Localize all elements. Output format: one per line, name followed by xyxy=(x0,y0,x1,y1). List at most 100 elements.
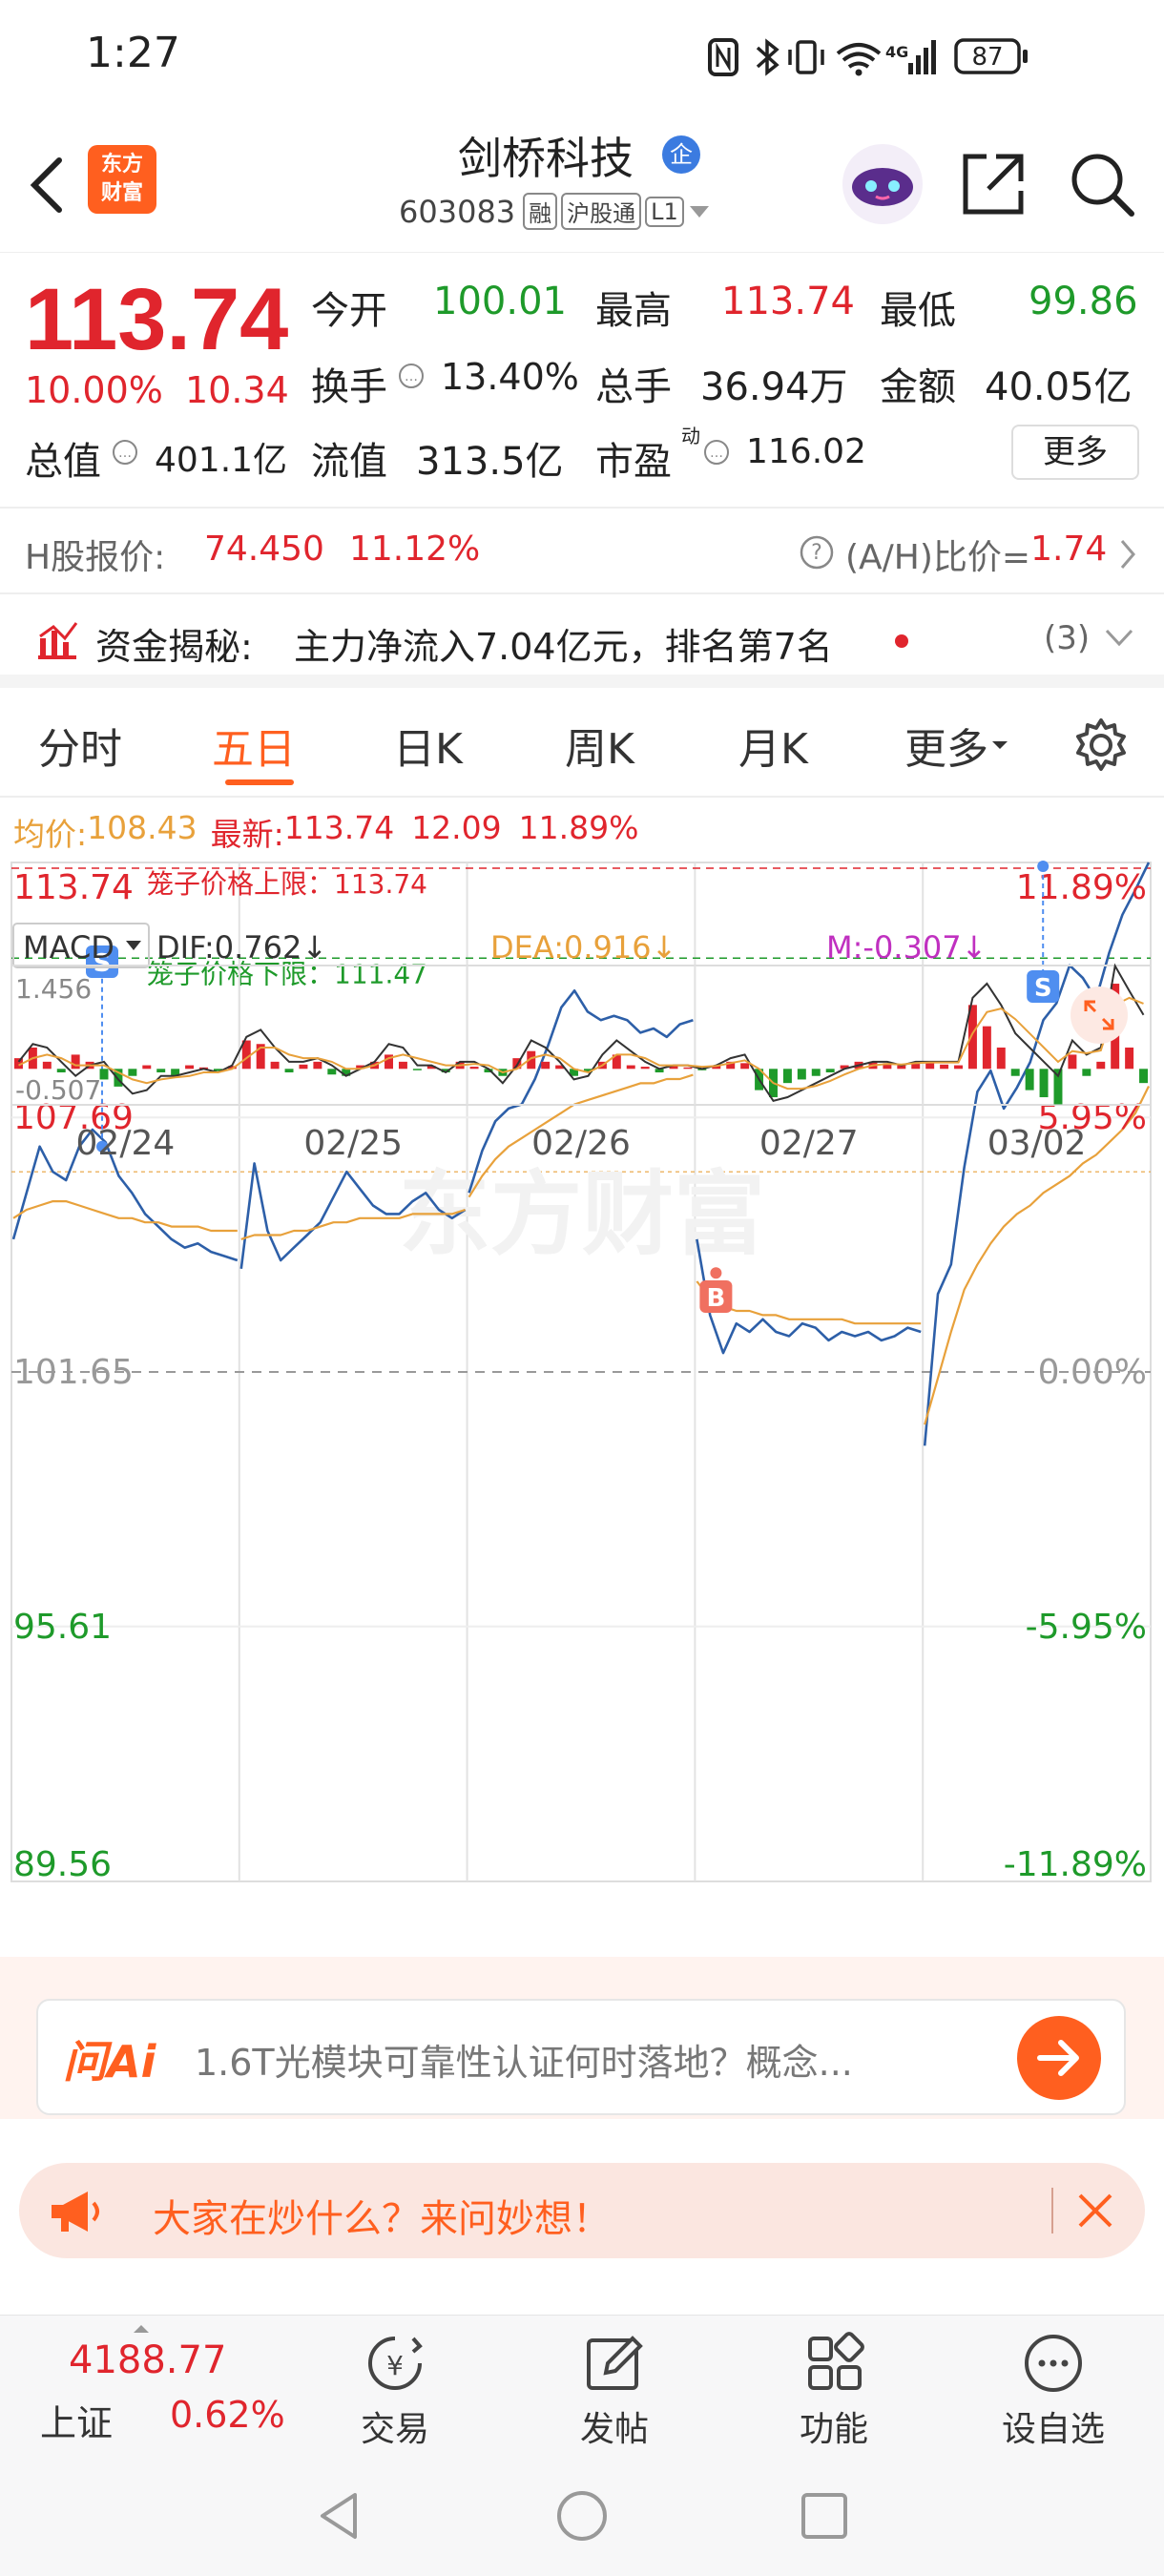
macd-bar xyxy=(740,1063,750,1070)
fund-text: 主力净流入7.04亿元，排名第7名 xyxy=(294,626,833,668)
buy-marker-letter: B xyxy=(706,1284,725,1313)
info-icon[interactable]: … xyxy=(111,438,139,467)
expand-icon[interactable] xyxy=(1070,987,1128,1044)
macd-bar xyxy=(1082,1069,1091,1076)
macd-bar xyxy=(1139,1069,1149,1084)
current-price: 113.74 xyxy=(25,271,289,368)
status-time: 1:27 xyxy=(86,29,180,77)
megaphone-icon xyxy=(52,2192,99,2232)
sell-marker-letter: S xyxy=(1034,974,1052,1003)
macd-bar xyxy=(56,1069,66,1073)
macd-bar xyxy=(782,1069,792,1084)
five-day-chart[interactable]: 均价: 108.43 最新: 113.74 12.09 11.89% 东方财富 1… xyxy=(0,798,1164,1957)
nav-back-icon[interactable] xyxy=(311,2487,368,2545)
caret-down-icon xyxy=(992,741,1008,749)
watermark-text: 东方财富 xyxy=(399,1161,765,1268)
amount-label: 金额 xyxy=(880,365,956,409)
pe-label: 市盈 xyxy=(595,440,672,484)
macd-label: MACD xyxy=(23,929,114,966)
tab-daily-k[interactable]: 日K xyxy=(393,715,463,776)
edit-icon xyxy=(587,2336,643,2390)
add-watchlist-button[interactable]: 设自选 xyxy=(996,2331,1111,2449)
functions-button[interactable]: 功能 xyxy=(777,2331,891,2449)
fund-flow-row[interactable]: 资金揭秘: 主力净流入7.04亿元，排名第7名 (3) xyxy=(0,594,1164,688)
chevron-down-icon[interactable] xyxy=(1103,627,1135,650)
tab-intraday[interactable]: 分时 xyxy=(38,715,122,776)
h-share-label: H股报价: xyxy=(25,538,166,577)
svg-text:?: ? xyxy=(811,541,822,565)
stock-code-row[interactable]: 603083 融 沪股通 L1 xyxy=(399,193,713,230)
info-icon[interactable]: … xyxy=(397,362,426,390)
y-axis-left-label: 89.56 xyxy=(13,1845,112,1884)
stock-name: 剑桥科技 xyxy=(458,133,634,184)
macd-bottom-label: -0.507 xyxy=(15,1074,101,1106)
nav-recents-icon[interactable] xyxy=(796,2487,853,2545)
tab-more[interactable]: 更多 xyxy=(904,715,1011,776)
robot-avatar-icon[interactable] xyxy=(840,141,925,227)
pe-value: 116.02 xyxy=(746,432,866,471)
share-icon[interactable] xyxy=(958,149,1029,219)
svg-text:4G: 4G xyxy=(885,43,908,61)
index-pct[interactable]: 0.62% xyxy=(170,2394,285,2436)
macd-bar xyxy=(327,1069,337,1075)
post-button[interactable]: 发帖 xyxy=(557,2331,672,2449)
arrow-right-icon[interactable] xyxy=(1015,2014,1103,2102)
settings-gear-icon[interactable] xyxy=(1072,717,1130,774)
stock-code: 603083 xyxy=(399,193,516,230)
macd-bar xyxy=(313,1061,322,1070)
mktcap-label: 总值 xyxy=(25,440,101,484)
open-value: 100.01 xyxy=(433,280,567,323)
tab-monthly-k[interactable]: 月K xyxy=(738,715,808,776)
amount-value: 40.05亿 xyxy=(985,365,1133,409)
high-label: 最高 xyxy=(595,289,672,333)
ai-ask-box[interactable]: 问Ai 1.6T光模块可靠性认证何时落地？概念... xyxy=(36,1999,1126,2115)
chevron-right-icon xyxy=(1120,540,1135,569)
ai-ask-section: 问Ai 1.6T光模块可靠性认证何时落地？概念... xyxy=(0,1957,1164,2119)
macd-bar xyxy=(811,1069,821,1076)
macd-caret-icon xyxy=(126,941,141,950)
tab-weekly-k[interactable]: 周K xyxy=(565,715,634,776)
sell-marker-dot xyxy=(1037,861,1050,872)
more-dots-icon xyxy=(1025,2335,1082,2392)
macd-bar xyxy=(99,1069,109,1080)
tab-five-day[interactable]: 五日 xyxy=(212,715,296,776)
price-chart-svg[interactable]: 东方财富113.74107.69101.6595.6189.5611.89%5.… xyxy=(0,798,1164,1957)
high-value: 113.74 xyxy=(721,280,855,323)
macd-bar xyxy=(270,1061,280,1070)
nav-home-icon[interactable] xyxy=(553,2487,611,2545)
y-axis-left-label: 95.61 xyxy=(13,1608,112,1647)
chevron-down-icon xyxy=(689,205,709,218)
close-icon[interactable] xyxy=(1074,2190,1116,2232)
macd-bar xyxy=(797,1069,806,1080)
turnover-label: 换手 xyxy=(311,365,387,409)
svg-text:…: … xyxy=(118,446,132,461)
active-tab-indicator xyxy=(225,779,294,785)
macd-bar xyxy=(1039,1069,1049,1098)
more-button[interactable]: 更多 xyxy=(1011,425,1139,480)
status-bar: 1:27 4G 87 xyxy=(0,0,1164,114)
macd-m: M:-0.307↓ xyxy=(826,929,987,966)
divider xyxy=(1051,2188,1053,2233)
help-icon[interactable]: ? xyxy=(798,533,836,571)
signal-icon: 4G xyxy=(885,40,936,74)
h-share-row[interactable]: H股报价: 74.450 11.12% ? (A/H)比价= 1.74 xyxy=(0,509,1164,594)
index-value[interactable]: 4188.77 xyxy=(69,2338,226,2382)
enterprise-badge[interactable]: 企 xyxy=(662,135,700,174)
ah-ratio-value: 1.74 xyxy=(1030,530,1108,569)
info-icon[interactable]: … xyxy=(702,438,731,467)
tag-margin: 融 xyxy=(523,193,558,230)
back-arrow-icon[interactable] xyxy=(19,153,76,219)
upper-limit-label: 笼子价格上限：113.74 xyxy=(147,868,427,900)
trade-button[interactable]: ¥ 交易 xyxy=(338,2331,452,2449)
grid-icon xyxy=(808,2332,864,2390)
hot-topic-banner[interactable]: 大家在炒什么？来问妙想！ xyxy=(19,2163,1145,2258)
macd-bar xyxy=(1125,1047,1134,1070)
ai-prompt-text: 1.6T光模块可靠性认证何时落地？概念... xyxy=(195,2042,853,2084)
volume-value: 36.94万 xyxy=(700,365,848,409)
tag-connect: 沪股通 xyxy=(561,193,642,230)
app-logo[interactable]: 东方 财富 xyxy=(88,145,156,214)
search-icon[interactable] xyxy=(1067,149,1137,219)
index-name[interactable]: 上证 xyxy=(40,2394,113,2446)
macd-bar xyxy=(982,1026,991,1070)
macd-bar xyxy=(71,1054,80,1070)
